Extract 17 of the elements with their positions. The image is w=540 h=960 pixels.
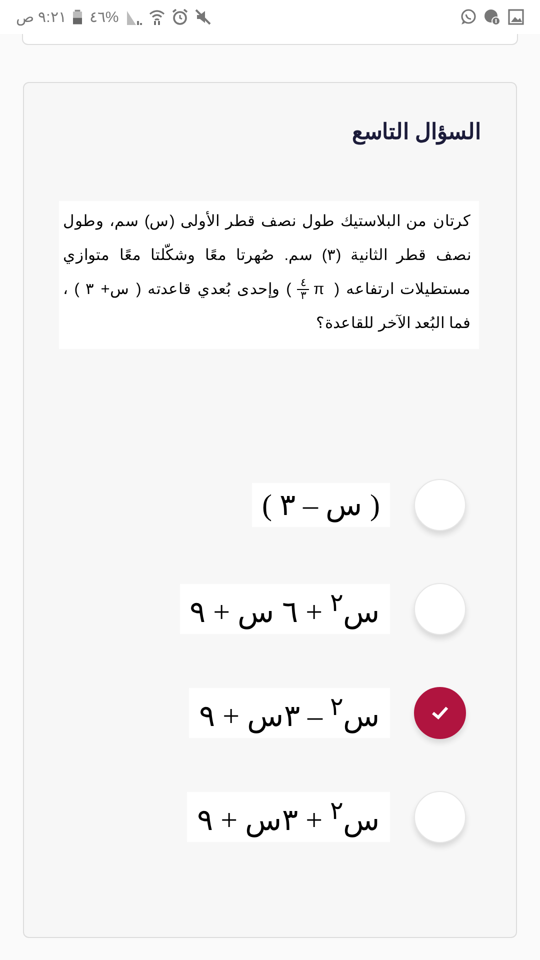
battery-percent: %٤٦ xyxy=(89,8,119,26)
clock-time: ٩:٢١ ص xyxy=(16,8,66,26)
answer-option: س$^{٢}$ + ٦ س + ٩ xyxy=(180,584,390,634)
battery-icon xyxy=(73,9,82,25)
answer-option: س$^{٢}$ – ٣س + ٩ xyxy=(189,688,390,738)
image-icon xyxy=(508,9,524,25)
question-title: السؤال التاسع xyxy=(350,119,481,145)
checkmark-icon xyxy=(431,706,449,720)
radio-button[interactable] xyxy=(414,687,466,739)
chat-bubble-icon xyxy=(460,9,476,25)
signal-icon xyxy=(126,9,142,25)
mute-icon xyxy=(194,9,211,25)
answer-option: س$^{٢}$ + ٣س + ٩ xyxy=(187,792,390,842)
badge-icon xyxy=(484,9,500,25)
answer-option: ( س – ٣ ) xyxy=(252,483,390,527)
alarm-icon xyxy=(172,9,188,25)
wifi-icon xyxy=(148,9,165,25)
